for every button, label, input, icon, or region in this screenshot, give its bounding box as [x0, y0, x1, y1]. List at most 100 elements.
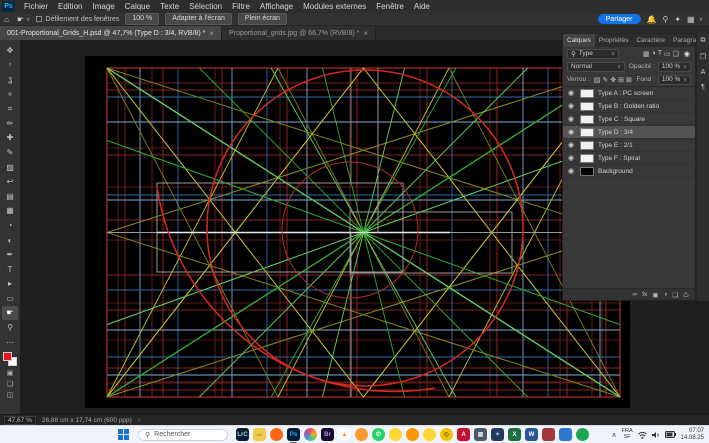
wifi-icon[interactable]	[638, 431, 647, 439]
dock-character-icon[interactable]: A	[701, 69, 706, 76]
menu-filtre[interactable]: Filtre	[227, 0, 255, 13]
layer-row[interactable]: ◉Type F : Spiral	[563, 152, 695, 165]
volume-icon[interactable]	[652, 431, 660, 439]
eraser-tool[interactable]: ▤	[2, 189, 18, 204]
crop-tool[interactable]: ⌗	[2, 101, 18, 116]
lock-icon-4[interactable]: ⊠	[625, 76, 633, 84]
battery-icon[interactable]	[665, 431, 676, 438]
full-screen-button[interactable]: Plein écran	[238, 13, 287, 25]
workspace-chevron-icon[interactable]: ∨	[699, 16, 703, 23]
panel-bottom-icon-5[interactable]: ♺	[683, 291, 689, 299]
dock-layers-icon[interactable]: ⧉	[701, 37, 706, 45]
panel-bottom-icon-4[interactable]: ❏	[672, 291, 678, 299]
screen-mode-icon[interactable]: ❏	[2, 378, 18, 389]
notifications-bell-icon[interactable]: 🔔	[647, 15, 657, 24]
dock-libraries-icon[interactable]: ❐	[700, 53, 706, 61]
extra-tool-icon[interactable]: ◫	[2, 389, 18, 400]
clock[interactable]: 07:07 14.06.25	[681, 428, 704, 441]
gradient-tool[interactable]: ▦	[2, 204, 18, 219]
filter-icon-0[interactable]: ▦	[642, 50, 651, 58]
panel-bottom-icon-3[interactable]: ◑	[663, 291, 667, 298]
lasso-tool[interactable]: ʓ	[2, 72, 18, 87]
menu-affichage[interactable]: Affichage	[255, 0, 298, 13]
shape-tool[interactable]: ▭	[2, 291, 18, 306]
panel-bottom-icon-1[interactable]: fx	[642, 291, 647, 298]
menu-fichier[interactable]: Fichier	[19, 0, 53, 13]
taskbar-app-app-navy[interactable]: ✦	[491, 428, 504, 441]
status-zoom-field[interactable]: 47,67 %	[4, 416, 36, 425]
brush-tool[interactable]: ✎	[2, 145, 18, 160]
layer-row[interactable]: ◉Type A : PC screen	[563, 87, 695, 100]
lock-icon-2[interactable]: ✥	[609, 76, 617, 84]
layer-visibility-eye-icon[interactable]: ◉	[566, 141, 576, 149]
quick-selection-tool[interactable]: ✧	[2, 87, 18, 102]
layer-visibility-eye-icon[interactable]: ◉	[566, 128, 576, 136]
taskbar-app-photoshop[interactable]: Ps	[287, 428, 300, 441]
taskbar-app-vlc[interactable]: ▲	[338, 428, 351, 441]
menu-image[interactable]: Image	[87, 0, 119, 13]
scroll-all-windows-checkbox[interactable]: Défilement des fenêtres	[36, 16, 119, 23]
workspace-icon[interactable]: ▦	[687, 15, 695, 24]
layer-visibility-eye-icon[interactable]: ◉	[566, 89, 576, 97]
document-tab-inactive[interactable]: Proportional_grids.jpg @ 66,7% (RVB/8) *…	[222, 26, 376, 40]
opacity-select[interactable]: 100 % ∨	[658, 62, 691, 72]
taskbar-app-calculator[interactable]: ▦	[474, 428, 487, 441]
layer-thumbnail[interactable]	[580, 102, 594, 111]
fit-screen-button[interactable]: Adapter à l'écran	[165, 13, 232, 25]
color-swatches[interactable]	[2, 351, 18, 367]
layer-row[interactable]: ◉Background	[563, 165, 695, 178]
layer-visibility-eye-icon[interactable]: ◉	[566, 154, 576, 162]
toolbar-options[interactable]: ⋯	[2, 335, 18, 350]
taskbar-app-acrobat[interactable]: A	[457, 428, 470, 441]
taskbar-app-word[interactable]: W	[525, 428, 538, 441]
panel-bottom-icon-0[interactable]: ∞	[633, 291, 638, 298]
layer-visibility-eye-icon[interactable]: ◉	[566, 167, 576, 175]
foreground-color-swatch[interactable]	[3, 352, 12, 361]
status-expander-icon[interactable]: ›	[138, 417, 140, 424]
taskbar-app-app-maroon[interactable]	[542, 428, 555, 441]
share-button[interactable]: Partager	[598, 14, 641, 24]
taskbar-app-firefox[interactable]	[270, 428, 283, 441]
search-icon[interactable]: ⚲	[662, 15, 668, 24]
type-tool[interactable]: T	[2, 262, 18, 277]
panel-tab-calques[interactable]: Calques	[563, 34, 595, 47]
layer-thumbnail[interactable]	[580, 115, 594, 124]
filter-icon-3[interactable]: ▭	[663, 50, 672, 58]
help-idea-icon[interactable]: ✦	[674, 15, 681, 24]
menu-aide[interactable]: Aide	[409, 0, 435, 13]
document-canvas[interactable]	[85, 56, 630, 408]
taskbar-app-app-azure[interactable]	[559, 428, 572, 441]
fill-select[interactable]: 100 % ∨	[658, 75, 691, 85]
layer-thumbnail[interactable]	[580, 89, 594, 98]
menu-fenetre[interactable]: Fenêtre	[371, 0, 409, 13]
taskbar-app-app-orange-2[interactable]	[406, 428, 419, 441]
dodge-tool[interactable]: ◐	[2, 233, 18, 248]
healing-brush-tool[interactable]: ✚	[2, 131, 18, 146]
taskbar-app-file-explorer[interactable]: ▬	[253, 428, 266, 441]
lock-icon-0[interactable]: ▨	[593, 76, 602, 84]
zoom-tool[interactable]: ⚲	[2, 320, 18, 335]
document-tab-active[interactable]: 001-Proportional_Grids_H.psd @ 47,7% (Ty…	[0, 26, 222, 40]
layer-thumbnail[interactable]	[580, 128, 594, 137]
filter-type-select[interactable]: ⚲ Type ∨	[567, 49, 619, 59]
taskbar-app-app-yellow-1[interactable]	[389, 428, 402, 441]
eyedropper-tool[interactable]: ✏	[2, 116, 18, 131]
pen-tool[interactable]: ✒	[2, 247, 18, 262]
layer-row[interactable]: ◉Type C : Square	[563, 113, 695, 126]
dock-paragraph-icon[interactable]: ¶	[701, 84, 705, 91]
filter-pin-icon[interactable]: ◉	[683, 50, 691, 58]
taskbar-search-input[interactable]: ⚲ Rechercher	[138, 429, 228, 441]
menu-edition[interactable]: Edition	[53, 0, 87, 13]
layer-visibility-eye-icon[interactable]: ◉	[566, 115, 576, 123]
hand-tool[interactable]: ☛	[2, 306, 18, 321]
tab-close-icon[interactable]: ×	[363, 29, 368, 38]
taskbar-app-bridge[interactable]: Br	[321, 428, 334, 441]
taskbar-app-app-orange-1[interactable]	[355, 428, 368, 441]
lock-icon-1[interactable]: ✎	[601, 76, 609, 84]
move-tool[interactable]: ✥	[2, 43, 18, 58]
layer-thumbnail[interactable]	[580, 167, 594, 176]
language-indicator[interactable]: FRA SF	[622, 429, 633, 440]
checkbox-box[interactable]	[36, 16, 42, 22]
clone-stamp-tool[interactable]: ▨	[2, 160, 18, 175]
filter-icon-4[interactable]: ❏	[672, 50, 680, 58]
